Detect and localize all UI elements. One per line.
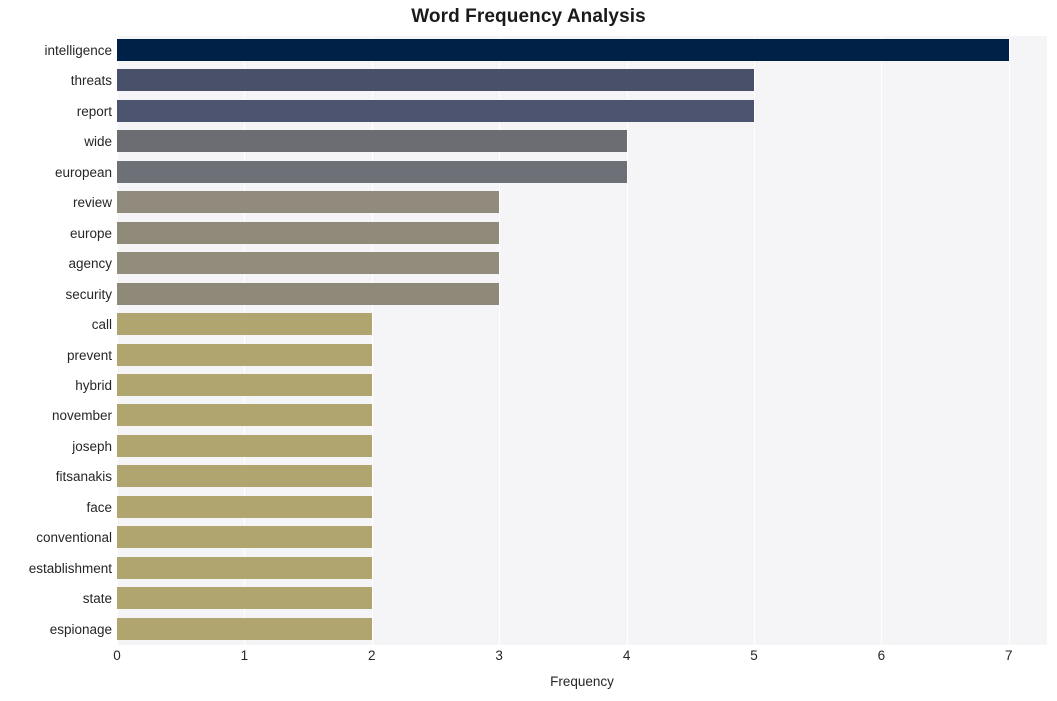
bar[interactable] <box>117 313 372 336</box>
y-axis-tick-label: state <box>82 591 112 607</box>
x-axis-title: Frequency <box>550 674 614 689</box>
y-axis-tick-label: security <box>65 286 112 302</box>
bar[interactable] <box>117 343 372 366</box>
bar[interactable] <box>117 587 372 610</box>
y-axis-tick-label: european <box>54 164 112 180</box>
bar[interactable] <box>117 434 372 457</box>
y-axis-tick-label: wide <box>84 134 112 150</box>
bar[interactable] <box>117 556 372 579</box>
bar-row[interactable] <box>117 462 1047 492</box>
bar[interactable] <box>117 282 500 305</box>
bar[interactable] <box>117 221 500 244</box>
bar-row[interactable] <box>117 97 1047 127</box>
bar[interactable] <box>117 191 500 214</box>
bar-row[interactable] <box>117 188 1047 218</box>
bar[interactable] <box>117 526 372 549</box>
bar-row[interactable] <box>117 158 1047 188</box>
bar-row[interactable] <box>117 310 1047 340</box>
x-axis-tick-label: 0 <box>113 648 121 663</box>
chart-title: Word Frequency Analysis <box>411 6 646 27</box>
y-axis-tick-label: prevent <box>66 347 112 363</box>
bar-row[interactable] <box>117 249 1047 279</box>
bar-row[interactable] <box>117 401 1047 431</box>
bar[interactable] <box>117 495 372 518</box>
y-axis-tick-label: europe <box>69 225 112 241</box>
y-axis-tick-label: establishment <box>28 560 112 576</box>
bar[interactable] <box>117 465 372 488</box>
bar-row[interactable] <box>117 127 1047 157</box>
bar[interactable] <box>117 404 372 427</box>
bar[interactable] <box>117 39 1009 61</box>
x-axis-tick-label: 1 <box>240 648 249 663</box>
y-axis-tick-label: november <box>51 408 112 424</box>
x-axis-tick-label: 2 <box>368 648 376 663</box>
bar[interactable] <box>117 160 627 183</box>
bar-row[interactable] <box>117 219 1047 249</box>
y-axis-tick-label: review <box>72 195 112 211</box>
y-axis-tick-label: joseph <box>72 438 112 454</box>
bar-row[interactable] <box>117 341 1047 371</box>
bar-row[interactable] <box>117 371 1047 401</box>
y-axis-tick-label: intelligence <box>44 43 112 58</box>
x-axis-tick-label: 4 <box>622 648 631 663</box>
x-axis-tick-label: 7 <box>1005 648 1013 663</box>
y-axis-tick-label: threats <box>70 73 112 89</box>
bar-row[interactable] <box>117 554 1047 584</box>
x-axis-tick-label: 6 <box>877 648 886 663</box>
y-axis-tick-labels: intelligence threats report wide european rev… <box>0 36 112 645</box>
bar[interactable] <box>117 69 754 92</box>
chart-figure: Word Frequency Analysis intelligence thre… <box>0 0 1057 701</box>
x-axis-tick-label: 3 <box>495 648 503 663</box>
bar-row[interactable] <box>117 615 1047 645</box>
bar[interactable] <box>117 252 500 275</box>
bars-layer <box>117 36 1047 645</box>
bar[interactable] <box>117 130 627 153</box>
y-axis-tick-label: fitsanakis <box>55 469 112 485</box>
bar-row[interactable] <box>117 280 1047 310</box>
bar-row[interactable] <box>117 584 1047 614</box>
y-axis-tick-label: espionage <box>49 621 112 637</box>
x-axis-tick-label: 5 <box>750 648 758 663</box>
y-axis-tick-label: hybrid <box>75 377 112 393</box>
y-axis-tick-label: call <box>91 317 112 333</box>
bar-row[interactable] <box>117 493 1047 523</box>
bar-row[interactable] <box>117 523 1047 553</box>
bar[interactable] <box>117 99 754 122</box>
bar-row[interactable] <box>117 66 1047 96</box>
y-axis-tick-label: agency <box>68 256 112 272</box>
bar[interactable] <box>117 373 372 396</box>
y-axis-tick-label: face <box>86 499 112 515</box>
y-axis-tick-label: report <box>76 103 112 119</box>
bar[interactable] <box>117 617 372 640</box>
bar-row[interactable] <box>117 36 1047 66</box>
x-axis-tick-labels: 0 1 2 3 4 5 6 7 <box>113 648 1047 668</box>
y-axis-tick-label: conventional <box>36 530 112 546</box>
bar-row[interactable] <box>117 432 1047 462</box>
